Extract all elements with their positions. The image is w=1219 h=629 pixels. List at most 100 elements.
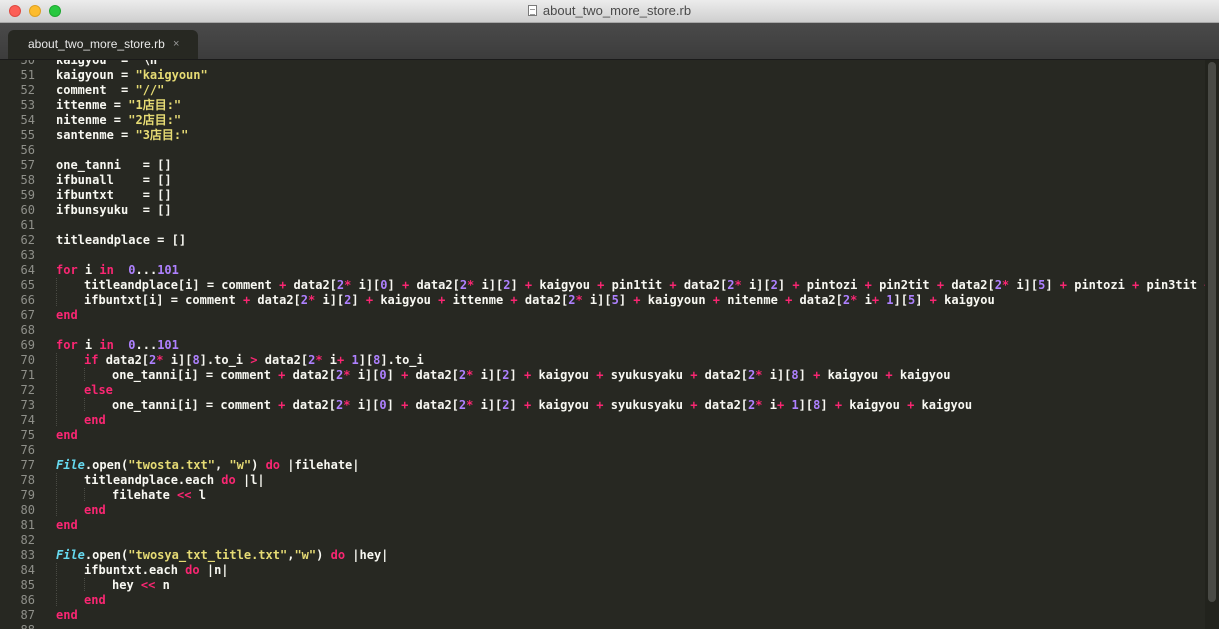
code-token: for [56, 263, 78, 277]
code-line[interactable]: 66 ifbuntxt[i] = comment + data2[2* i][2]… [0, 293, 1205, 308]
code-line[interactable]: 85 hey << n [0, 578, 1205, 593]
code-line[interactable]: 74 end [0, 413, 1205, 428]
code-token: nitenme = [56, 113, 129, 127]
code-line[interactable]: 80 end [0, 503, 1205, 518]
code-token: pin3tit [1146, 278, 1205, 292]
line-text: end [56, 503, 106, 518]
code-token: ifbunall = [] [56, 173, 172, 187]
line-number: 72 [20, 383, 35, 397]
code-line[interactable]: 67 end [0, 308, 1205, 323]
indent-guide [84, 398, 112, 411]
code-token: * [466, 398, 474, 412]
code-line[interactable]: 81 end [0, 518, 1205, 533]
line-number: 77 [20, 458, 35, 472]
code-token: + [929, 293, 937, 307]
code-line[interactable]: 69 for i in 0...101 [0, 338, 1205, 353]
code-token: data2[ [524, 293, 569, 307]
line-text: File.open("twosta.txt", "w") do |filehat… [56, 458, 360, 473]
code-line[interactable]: 70 if data2[2* i][8].to_i > data2[2* i+ 1… [0, 353, 1205, 368]
code-line[interactable]: 87 end [0, 608, 1205, 623]
code-token: end [84, 593, 106, 607]
code-token: ] [386, 398, 402, 412]
code-line[interactable]: 77 File.open("twosta.txt", "w") do |fileh… [0, 458, 1205, 473]
code-line[interactable]: 79 filehate << l [0, 488, 1205, 503]
line-number: 57 [20, 158, 35, 172]
code-line[interactable]: 68 [0, 323, 1205, 338]
indent-guide [56, 293, 84, 306]
code-line[interactable]: 61 [0, 218, 1205, 233]
code-line[interactable]: 52 comment = "//" [0, 83, 1205, 98]
scrollbar-thumb[interactable] [1208, 62, 1216, 602]
indent-guide [56, 488, 84, 501]
code-line[interactable]: 72 else [0, 383, 1205, 398]
code-token: i][ [589, 293, 612, 307]
code-token: * [467, 278, 475, 292]
tab-about-two-more-store[interactable]: about_two_more_store.rb × [8, 30, 198, 59]
code-editor[interactable]: 50 kaigyou = "\n" 51 kaigyoun = "kaigyoun" 5… [0, 60, 1219, 629]
code-line[interactable]: 76 [0, 443, 1205, 458]
code-token: "kaigyoun" [135, 68, 208, 82]
code-token: do [185, 563, 200, 577]
code-line[interactable]: 83 File.open("twosya_txt_title.txt","w") … [0, 548, 1205, 563]
code-token: ifbuntxt.each [84, 563, 186, 577]
close-tab-icon[interactable]: × [173, 30, 179, 59]
code-token: > [250, 353, 258, 367]
code-token: + [337, 353, 345, 367]
code-token: filehate [112, 488, 178, 502]
code-line[interactable]: 75 end [0, 428, 1205, 443]
line-number: 50 [20, 60, 35, 67]
code-line[interactable]: 84 ifbuntxt.each do |n| [0, 563, 1205, 578]
code-token: pin2tit [879, 278, 937, 292]
code-token: "//" [135, 83, 165, 97]
code-token: + [596, 398, 604, 412]
code-token: 101 [157, 338, 179, 352]
code-token: + [596, 368, 604, 382]
code-line[interactable]: 88 [0, 623, 1205, 629]
code-line[interactable]: 63 [0, 248, 1205, 263]
code-line[interactable]: 73 one_tanni[i] = comment + data2[2* i][0… [0, 398, 1205, 413]
line-number: 68 [20, 323, 35, 337]
code-line[interactable]: 51 kaigyoun = "kaigyoun" [0, 68, 1205, 83]
indent-guide [56, 563, 84, 576]
code-line[interactable]: 53 ittenme = "1店目:" [0, 98, 1205, 113]
code-line[interactable]: 86 end [0, 593, 1205, 608]
code-line[interactable]: 55 santenme = "3店目:" [0, 128, 1205, 143]
line-text: one_tanni[i] = comment + data2[2* i][0] … [56, 398, 972, 413]
code-line[interactable]: 57 one_tanni = [] [0, 158, 1205, 173]
code-token: + [510, 293, 518, 307]
code-line[interactable]: 65 titleandplace[i] = comment + data2[2* … [0, 278, 1219, 293]
code-line[interactable]: 50 kaigyou = "\n" [0, 60, 1205, 68]
code-line[interactable]: 56 [0, 143, 1205, 158]
code-token: l [198, 488, 206, 502]
code-line[interactable]: 59 ifbuntxt = [] [0, 188, 1205, 203]
code-line[interactable]: 78 titleandplace.each do |l| [0, 473, 1205, 488]
code-line[interactable]: 58 ifbunall = [] [0, 173, 1205, 188]
code-line[interactable]: 71 one_tanni[i] = comment + data2[2* i][0… [0, 368, 1205, 383]
code-line[interactable]: 60 ifbunsyuku = [] [0, 203, 1205, 218]
code-line[interactable]: 54 nitenme = "2店目:" [0, 113, 1205, 128]
code-token: i [329, 353, 338, 367]
code-token: ] [798, 368, 814, 382]
line-number: 66 [20, 293, 35, 307]
code-line[interactable]: 82 [0, 533, 1205, 548]
code-token: ] [915, 293, 930, 307]
code-token: * [343, 368, 351, 382]
code-token: "twosya_txt_title.txt" [128, 548, 288, 562]
window-title: about_two_more_store.rb [0, 3, 1219, 18]
code-token: i][ [170, 353, 193, 367]
line-number: 81 [20, 518, 35, 532]
code-token: pin1tit [611, 278, 670, 292]
code-token: data2[ [264, 353, 309, 367]
line-number: 79 [20, 488, 35, 502]
code-token: + [785, 293, 793, 307]
document-icon [527, 5, 537, 16]
code-line[interactable]: 64 for i in 0...101 [0, 263, 1205, 278]
indent-guide [56, 383, 84, 396]
code-token: data2[ [292, 398, 336, 412]
line-number: 55 [20, 128, 35, 142]
line-number: 67 [20, 308, 35, 322]
line-text: end [56, 518, 78, 533]
code-token: ... [135, 263, 158, 277]
vertical-scrollbar[interactable] [1205, 60, 1219, 629]
code-line[interactable]: 62 titleandplace = [] [0, 233, 1205, 248]
